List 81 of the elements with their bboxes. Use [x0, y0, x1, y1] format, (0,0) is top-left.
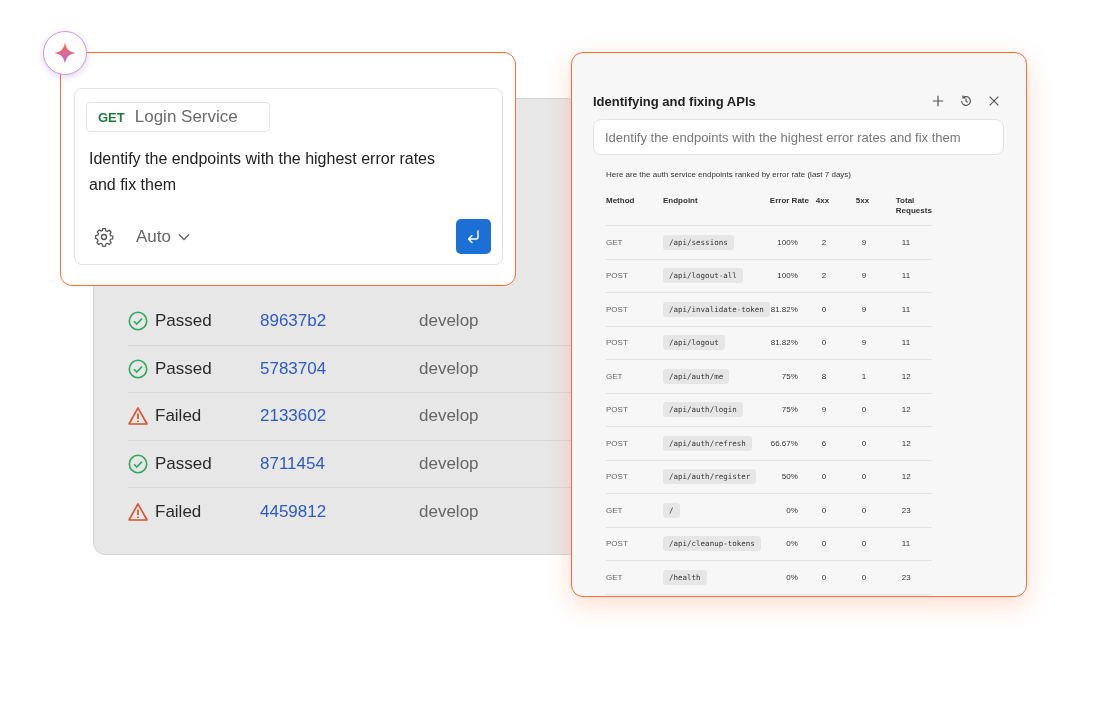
commit-link[interactable]: 5783704 — [260, 358, 419, 379]
table-cell: 0 — [815, 326, 856, 360]
settings-icon[interactable] — [94, 226, 114, 247]
send-button[interactable] — [456, 219, 491, 254]
table-cell: 75% — [769, 359, 816, 393]
sparkle-icon — [53, 41, 77, 65]
table-cell: 12 — [895, 426, 932, 460]
table-cell: 1 — [855, 359, 896, 393]
table-cell: 0 — [855, 426, 896, 460]
commit-link[interactable]: 89637b2 — [260, 311, 419, 332]
table-cell: 0 — [815, 560, 856, 594]
table-cell: 81.82% — [769, 292, 816, 326]
table-cell: 0 — [815, 527, 856, 561]
table-cell: 0 — [815, 460, 856, 494]
column-header: 5xx — [855, 196, 896, 226]
table-cell: 50% — [769, 460, 816, 494]
column-header: 4xx — [815, 196, 856, 226]
status-label: Passed — [155, 453, 212, 474]
table-cell: 9 — [855, 259, 896, 293]
prompt-text: Identify the endpoints with the highest error rates and fix them — [89, 149, 436, 195]
table-cell: GET — [606, 560, 663, 594]
table-cell: 75% — [769, 393, 816, 427]
column-header: Total Requests — [895, 196, 932, 226]
table-cell: 11 — [895, 259, 932, 293]
table-cell: 6 — [815, 426, 856, 460]
table-cell: 2 — [815, 225, 856, 259]
history-icon — [959, 94, 973, 108]
table-cell: 12 — [895, 393, 932, 427]
branch-name: develop — [419, 453, 479, 474]
plus-icon — [931, 94, 945, 108]
column-header: Method — [606, 196, 663, 226]
mode-dropdown[interactable]: Auto — [136, 226, 191, 247]
table-cell: 9 — [855, 326, 896, 360]
table-cell: 0% — [769, 560, 816, 594]
table-cell: 23 — [895, 493, 932, 527]
request-chip[interactable]: GET Login Service — [86, 102, 270, 132]
status-label: Failed — [155, 501, 202, 522]
status-label: Passed — [155, 358, 212, 379]
column-header: Endpoint — [663, 196, 770, 226]
table-cell: 8 — [815, 359, 856, 393]
branch-name: develop — [419, 406, 479, 427]
table-cell: 66.67% — [769, 426, 816, 460]
close-icon — [987, 94, 1001, 108]
intro-text: Here are the auth service endpoints ranked by error rate (last 7 days) — [606, 170, 852, 179]
table-cell: 9 — [855, 225, 896, 259]
table-cell: 0 — [855, 493, 896, 527]
branch-name: develop — [419, 311, 479, 332]
table-cell: 81.82% — [769, 326, 816, 360]
status-label: Passed — [155, 311, 212, 332]
table-cell: 23 — [895, 560, 932, 594]
table-cell: 0 — [855, 393, 896, 427]
table-cell: 0 — [815, 493, 856, 527]
table-cell: 11 — [895, 292, 932, 326]
table-cell: 0 — [855, 560, 896, 594]
branch-name: develop — [419, 501, 479, 522]
table-cell: 12 — [895, 460, 932, 494]
table-cell: 0% — [769, 493, 816, 527]
service-name: Login Service — [134, 107, 238, 127]
panel-title: Identifying and fixing APIs — [593, 93, 756, 109]
table-cell: 9 — [855, 292, 896, 326]
table-cell: 0 — [855, 460, 896, 494]
table-cell: 11 — [895, 527, 932, 561]
table-cell: 0 — [815, 292, 856, 326]
table-cell: 11 — [895, 326, 932, 360]
table-cell: 0 — [855, 527, 896, 561]
table-cell: 12 — [895, 359, 932, 393]
table-cell: 9 — [815, 393, 856, 427]
commit-link[interactable]: 4459812 — [260, 501, 419, 522]
method-label: GET — [98, 109, 125, 125]
table-cell: 2 — [815, 259, 856, 293]
query-field[interactable]: Identify the endpoints with the highest error rates and fix them — [593, 119, 1004, 155]
status-label: Failed — [155, 406, 202, 427]
column-header: Error Rate — [769, 196, 816, 226]
table-cell: 100% — [769, 259, 816, 293]
commit-link[interactable]: 2133602 — [260, 406, 419, 427]
table-cell: 0% — [769, 527, 816, 561]
branch-name: develop — [419, 358, 479, 379]
commit-link[interactable]: 8711454 — [260, 453, 419, 474]
prompt-input[interactable]: GET Login Service Identify the endpoints with the highest error rates and fix them Auto — [74, 88, 503, 265]
table-cell: 100% — [769, 225, 816, 259]
table-cell: 11 — [895, 225, 932, 259]
